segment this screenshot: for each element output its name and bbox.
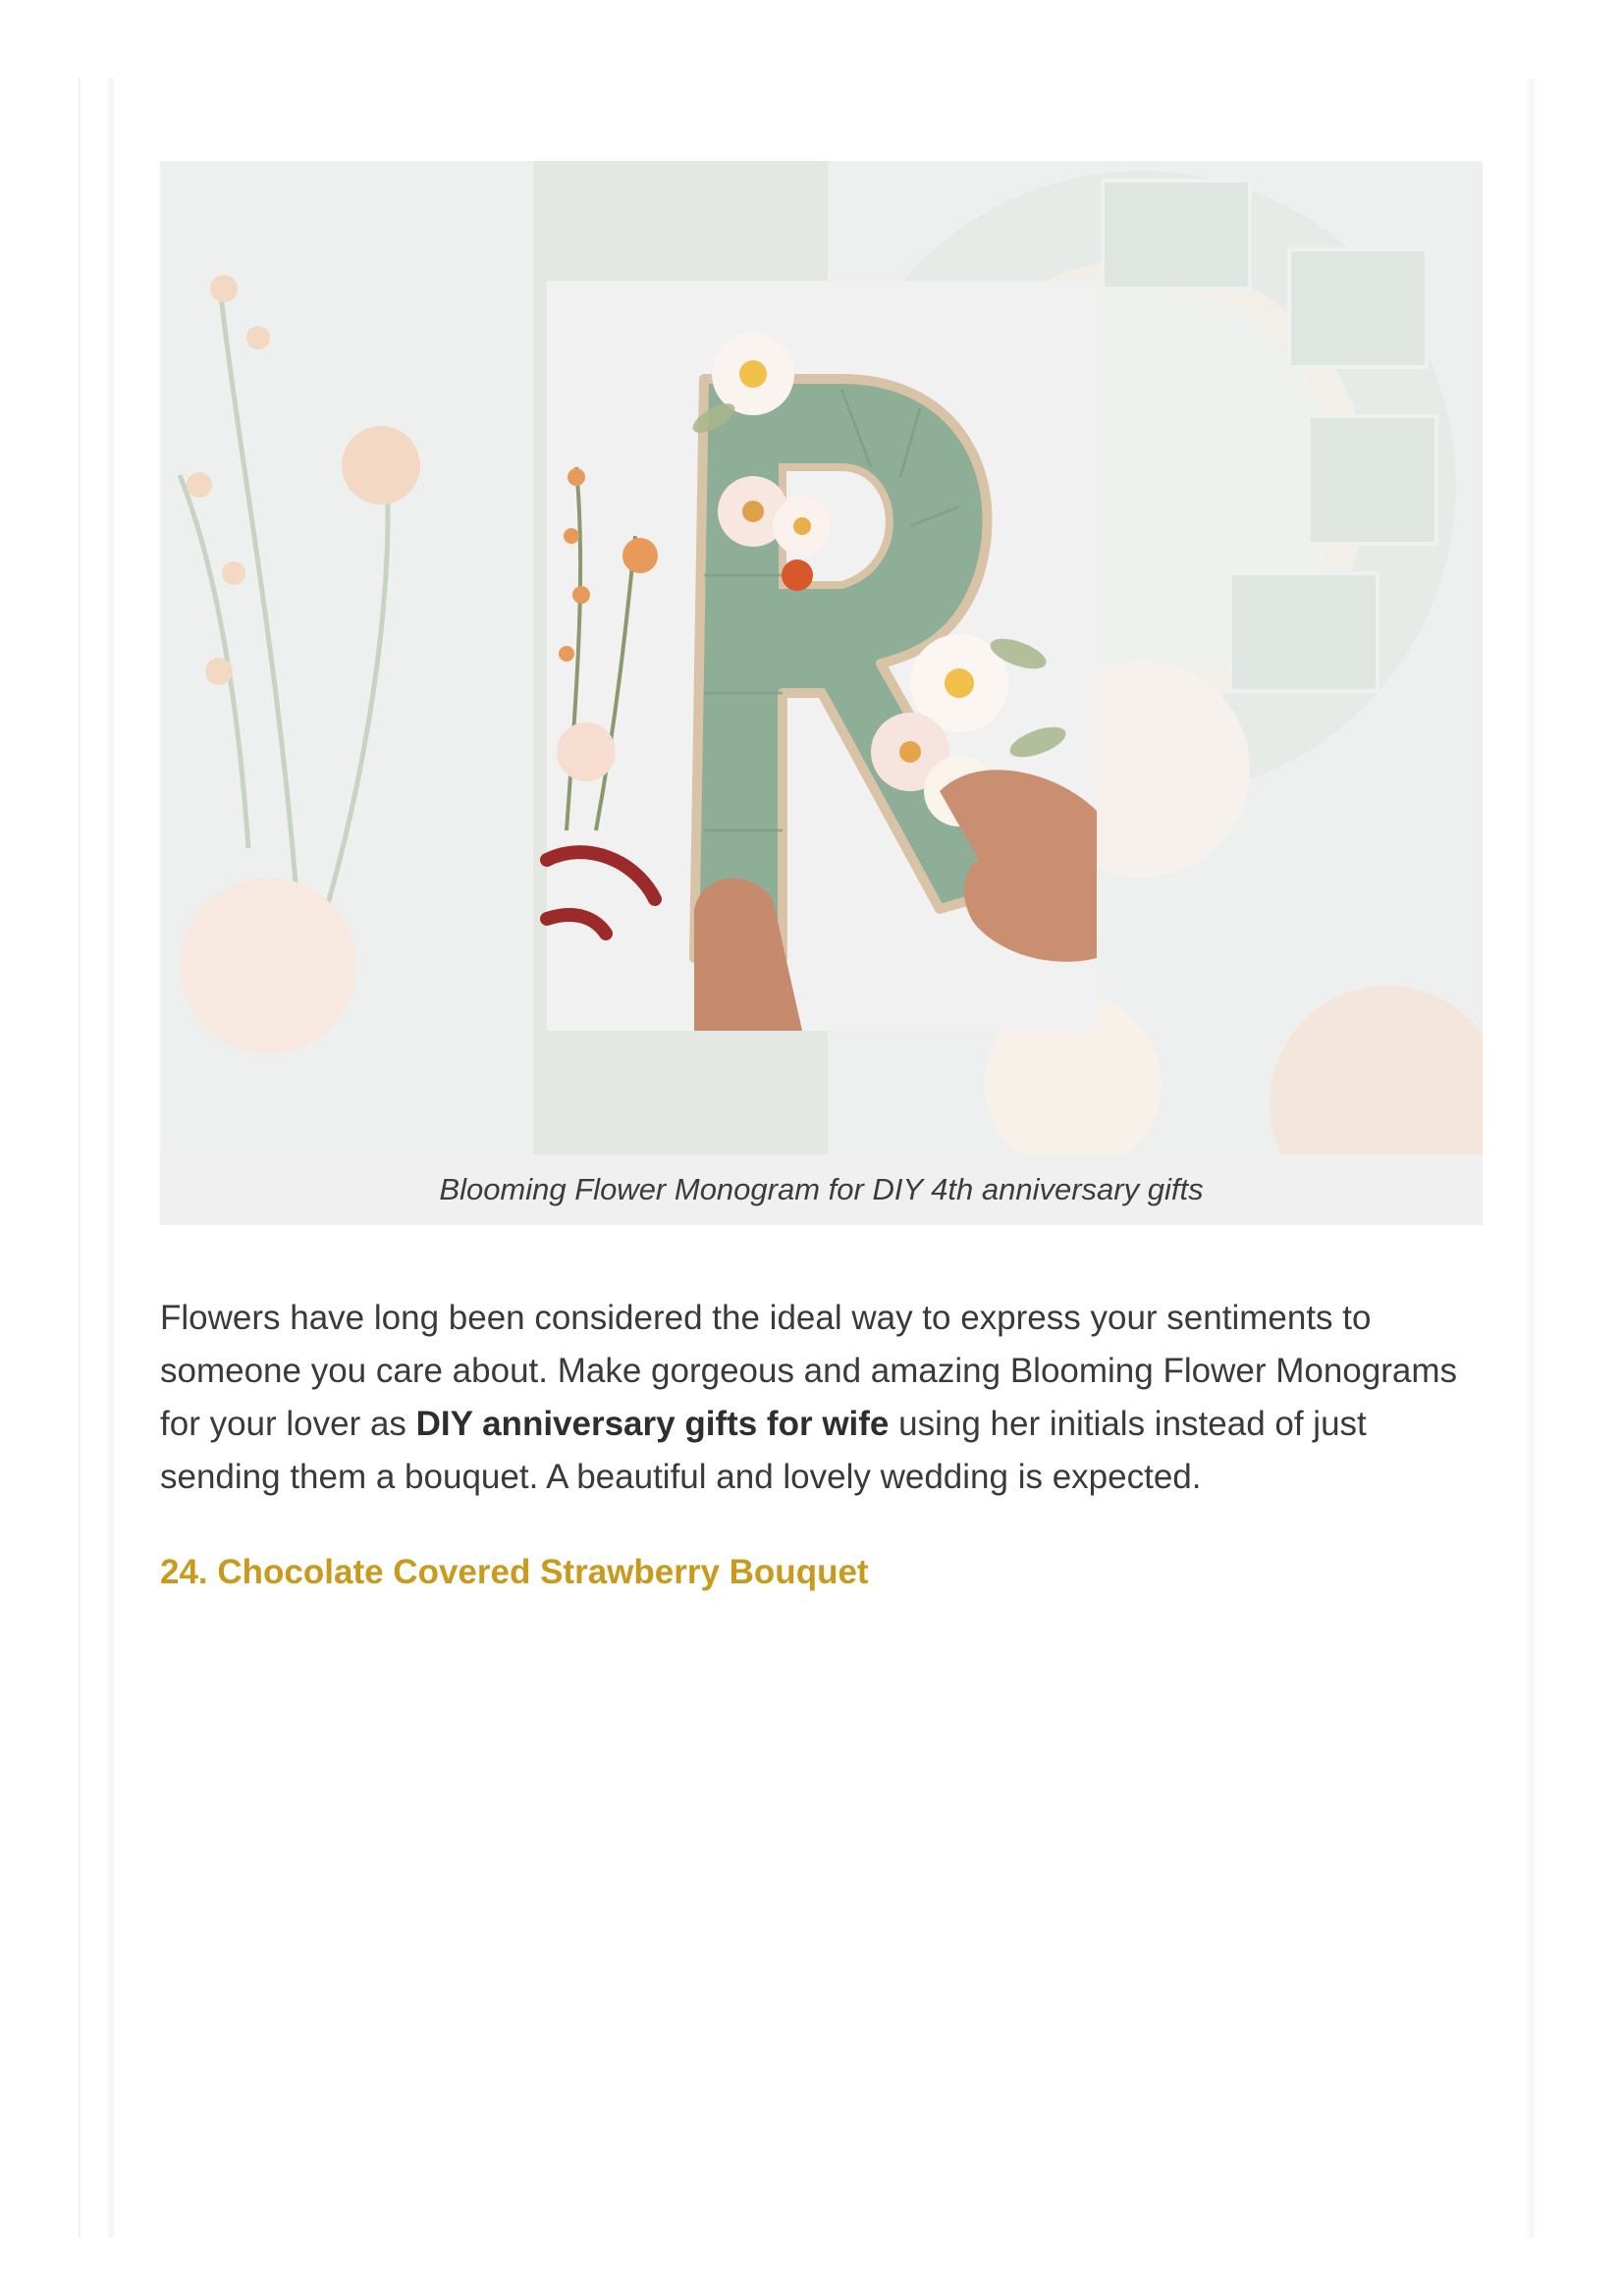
monogram-photo	[160, 161, 1483, 1154]
flower-monogram-illustration	[160, 161, 1483, 1154]
article-paragraph: Flowers have long been considered the id…	[160, 1292, 1483, 1504]
article-content: Blooming Flower Monogram for DIY 4th ann…	[160, 161, 1483, 1596]
figure-caption: Blooming Flower Monogram for DIY 4th ann…	[160, 1154, 1483, 1225]
section-heading: 24. Chocolate Covered Strawberry Bouquet	[160, 1553, 869, 1591]
diy-anniversary-gifts-link[interactable]: DIY anniversary gifts for wife	[416, 1405, 890, 1443]
article-figure: Blooming Flower Monogram for DIY 4th ann…	[160, 161, 1483, 1225]
